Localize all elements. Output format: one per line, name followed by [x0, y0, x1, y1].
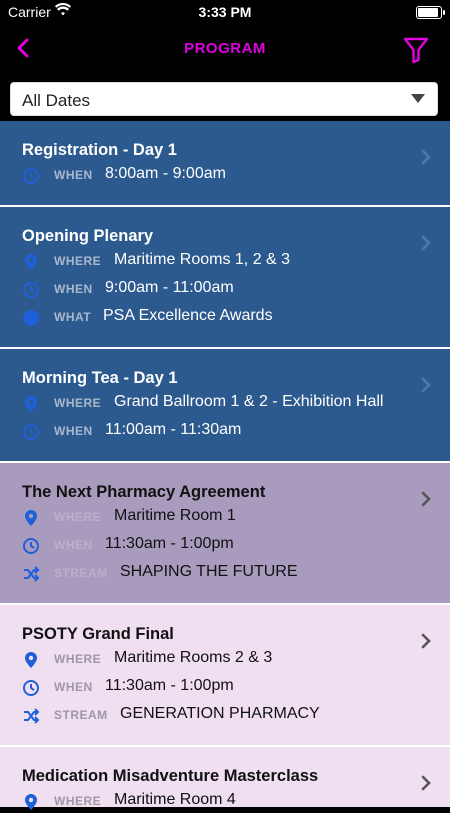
date-filter-value: All Dates — [22, 91, 91, 110]
row-value: Grand Ballroom 1 & 2 - Exhibition Hall — [114, 393, 384, 410]
session-title: Registration - Day 1 — [22, 141, 177, 159]
row-value: Maritime Rooms 2 & 3 — [114, 649, 273, 666]
row-label: STREAM — [54, 708, 108, 722]
row-label: WHERE — [54, 652, 102, 666]
row-label: WHERE — [54, 396, 102, 410]
status-bar: Carrier 3:33 PM — [0, 0, 450, 24]
row-label: WHERE — [54, 510, 102, 524]
row-label: WHEN — [54, 168, 93, 182]
date-filter-select[interactable]: All Dates — [10, 82, 438, 116]
row-value: 11:30am - 1:00pm — [105, 535, 234, 552]
row-value: GENERATION PHARMACY — [120, 705, 320, 722]
chevron-right-icon — [421, 377, 431, 393]
row-value: Maritime Rooms 1, 2 & 3 — [114, 251, 291, 268]
battery-icon — [416, 6, 445, 19]
session-title: PSOTY Grand Final — [22, 625, 174, 643]
session-item[interactable]: Medication Misadventure Masterclass WHER… — [0, 747, 450, 810]
chevron-right-icon — [421, 775, 431, 791]
chevron-right-icon — [421, 235, 431, 251]
row-value: Maritime Room 4 — [114, 791, 236, 808]
session-list: Registration - Day 1 WHEN 8:00am - 9:00a… — [0, 121, 450, 810]
shuffle-icon — [24, 708, 40, 724]
clock-icon — [23, 168, 39, 184]
row-value: 11:00am - 11:30am — [105, 421, 242, 438]
session-title: The Next Pharmacy Agreement — [22, 483, 266, 501]
location-pin-icon — [25, 396, 37, 412]
location-pin-icon — [25, 254, 37, 270]
row-label: WHEN — [54, 538, 93, 552]
session-title: Opening Plenary — [22, 227, 154, 245]
row-label: STREAM — [54, 566, 108, 580]
shuffle-icon — [24, 566, 40, 582]
session-item[interactable]: The Next Pharmacy Agreement WHERE Mariti… — [0, 463, 450, 605]
row-value: Maritime Room 1 — [114, 507, 236, 524]
session-item[interactable]: Registration - Day 1 WHEN 8:00am - 9:00a… — [0, 121, 450, 207]
row-label: WHERE — [54, 254, 102, 268]
row-label: WHERE — [54, 794, 102, 808]
clock-icon — [23, 538, 39, 554]
clock-icon — [23, 680, 39, 696]
status-time: 3:33 PM — [198, 4, 252, 20]
clock-icon — [23, 424, 39, 440]
location-pin-icon — [25, 652, 37, 668]
session-title: Medication Misadventure Masterclass — [22, 767, 319, 785]
row-value: PSA Excellence Awards — [103, 307, 273, 324]
chevron-right-icon — [421, 149, 431, 165]
session-item[interactable]: Morning Tea - Day 1 WHERE Grand Ballroom… — [0, 349, 450, 463]
info-icon — [23, 310, 39, 326]
session-title: Morning Tea - Day 1 — [22, 369, 178, 387]
clock-icon — [23, 282, 39, 298]
row-label: WHEN — [54, 680, 93, 694]
filter-icon[interactable] — [402, 36, 430, 64]
row-label: WHAT — [54, 310, 92, 324]
row-value: 8:00am - 9:00am — [105, 165, 226, 182]
row-value: SHAPING THE FUTURE — [120, 563, 298, 580]
location-pin-icon — [25, 510, 37, 526]
row-label: WHEN — [54, 282, 93, 296]
row-value: 9:00am - 11:00am — [105, 279, 234, 296]
caret-down-icon — [411, 94, 425, 103]
session-item[interactable]: Opening Plenary WHERE Maritime Rooms 1, … — [0, 207, 450, 349]
chevron-right-icon — [421, 633, 431, 649]
location-pin-icon — [25, 794, 37, 810]
session-item[interactable]: PSOTY Grand Final WHERE Maritime Rooms 2… — [0, 605, 450, 747]
row-value: 11:30am - 1:00pm — [105, 677, 234, 694]
row-label: WHEN — [54, 424, 93, 438]
nav-bar: PROGRAM — [0, 24, 450, 76]
page-title: PROGRAM — [184, 40, 266, 57]
chevron-right-icon — [421, 491, 431, 507]
